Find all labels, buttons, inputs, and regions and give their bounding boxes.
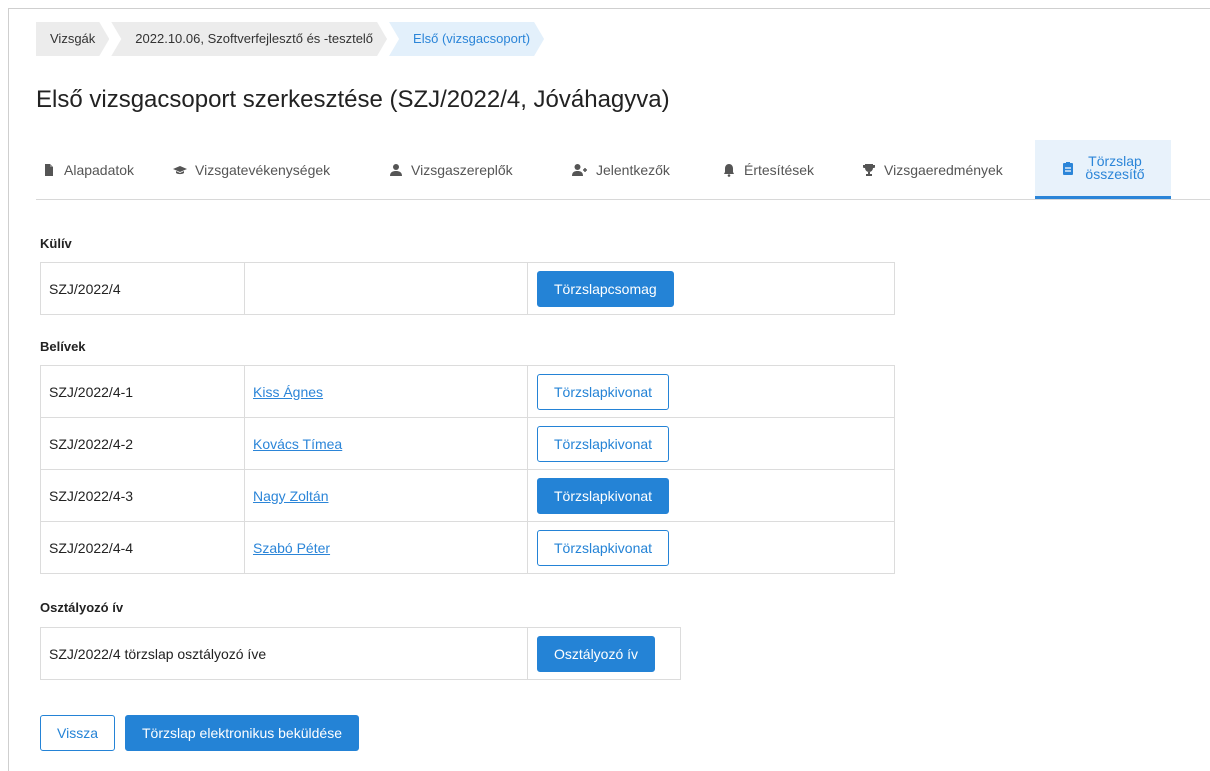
osztalyozo-iv-button[interactable]: Osztályozó ív (537, 635, 656, 672)
breadcrumb-item-vizsgak[interactable]: Vizsgák (36, 22, 109, 56)
back-button[interactable]: Vissza (40, 715, 115, 751)
clipboard-icon (1063, 162, 1074, 175)
document-icon (45, 163, 53, 176)
table-row: SZJ/2022/4 törzslap osztályozó íve Osztá… (40, 627, 681, 680)
tab-alapadatok[interactable]: Alapadatok (42, 140, 134, 199)
person-icon (390, 163, 402, 176)
torzslapkivonat-button[interactable]: Törzslapkivonat (537, 373, 670, 410)
cell-code: SZJ/2022/4-4 (40, 521, 245, 574)
tab-label: Értesítések (744, 161, 815, 178)
cell-name: Kovács Tímea (244, 417, 528, 470)
torzslapkivonat-button[interactable]: Törzslapkivonat (537, 425, 670, 462)
torzslapkivonat-button[interactable]: Törzslapkivonat (537, 529, 670, 566)
tab-label-line2: összesítő (1085, 166, 1145, 182)
belivek-table: SZJ/2022/4-1 Kiss Ágnes Törzslapkivonat … (40, 365, 895, 574)
torzslapkivonat-button[interactable]: Törzslapkivonat (537, 477, 670, 514)
table-row: SZJ/2022/4-2 Kovács Tímea Törzslapkivona… (40, 417, 895, 470)
student-link[interactable]: Kovács Tímea (253, 436, 342, 452)
tab-label: Alapadatok (64, 161, 135, 178)
tab-torzslap-osszesito[interactable]: Törzslap összesítő (1035, 140, 1171, 199)
cell-code: SZJ/2022/4-1 (40, 365, 245, 418)
cell-action: Törzslapkivonat (527, 521, 895, 574)
tab-ertesitesek[interactable]: Értesítések (722, 140, 814, 199)
table-row: SZJ/2022/4-3 Nagy Zoltán Törzslapkivonat (40, 469, 895, 522)
tab-label: Jelentkezők (596, 161, 670, 178)
cell-action: Törzslapkivonat (527, 469, 895, 522)
cell-name: Nagy Zoltán (244, 469, 528, 522)
torzslapcsomag-button[interactable]: Törzslapcsomag (537, 270, 674, 307)
student-link[interactable]: Kiss Ágnes (253, 384, 323, 400)
page-title: Első vizsgacsoport szerkesztése (SZJ/202… (36, 86, 670, 113)
trophy-icon (863, 163, 875, 176)
tab-vizsgaszereplok[interactable]: Vizsgaszereplők (389, 140, 513, 199)
section-heading-belivek: Belívek (40, 339, 86, 354)
cell-action: Osztályozó ív (527, 627, 681, 680)
tab-vizsgatevekenysegek[interactable]: Vizsgatevékenységek (173, 140, 330, 199)
footer-actions: Vissza Törzslap elektronikus beküldése (40, 715, 359, 751)
tab-label: Vizsgaszereplők (411, 161, 513, 178)
tab-label: Vizsgaeredmények (884, 161, 1003, 178)
tab-bar: Alapadatok Vizsgatevékenységek Vizsgasze… (36, 140, 1210, 200)
bell-icon (724, 163, 734, 177)
table-row: SZJ/2022/4 Törzslapcsomag (40, 262, 895, 315)
cell-code: SZJ/2022/4 (40, 262, 245, 315)
table-row: SZJ/2022/4-4 Szabó Péter Törzslapkivonat (40, 521, 895, 574)
cell-label: SZJ/2022/4 törzslap osztályozó íve (40, 627, 528, 680)
student-link[interactable]: Szabó Péter (253, 540, 330, 556)
tab-label: Vizsgatevékenységek (195, 161, 331, 178)
cell-code: SZJ/2022/4-2 (40, 417, 245, 470)
student-link[interactable]: Nagy Zoltán (253, 488, 328, 504)
osztalyozo-table: SZJ/2022/4 törzslap osztályozó íve Osztá… (40, 627, 681, 680)
breadcrumb-item-current[interactable]: Első (vizsgacsoport) (389, 22, 544, 56)
cell-name (244, 262, 528, 315)
table-row: SZJ/2022/4-1 Kiss Ágnes Törzslapkivonat (40, 365, 895, 418)
submit-electronic-button[interactable]: Törzslap elektronikus beküldése (124, 715, 359, 751)
tab-jelentkezok[interactable]: Jelentkezők (572, 140, 670, 199)
cell-code: SZJ/2022/4-3 (40, 469, 245, 522)
section-heading-osztalyozo: Osztályozó ív (40, 600, 124, 615)
cell-name: Szabó Péter (244, 521, 528, 574)
section-heading-kuliv: Külív (40, 236, 72, 251)
graduation-cap-icon (173, 165, 187, 174)
user-plus-icon (572, 163, 587, 176)
breadcrumb-item-exam[interactable]: 2022.10.06, Szoftverfejlesztő és -teszte… (111, 22, 387, 56)
cell-action: Törzslapkivonat (527, 417, 895, 470)
kuliv-table: SZJ/2022/4 Törzslapcsomag (40, 262, 895, 315)
tab-vizsgaeredmenyek[interactable]: Vizsgaeredmények (862, 140, 1003, 199)
cell-action: Törzslapkivonat (527, 365, 895, 418)
cell-name: Kiss Ágnes (244, 365, 528, 418)
cell-action: Törzslapcsomag (527, 262, 895, 315)
breadcrumb: Vizsgák 2022.10.06, Szoftverfejlesztő és… (36, 22, 546, 56)
